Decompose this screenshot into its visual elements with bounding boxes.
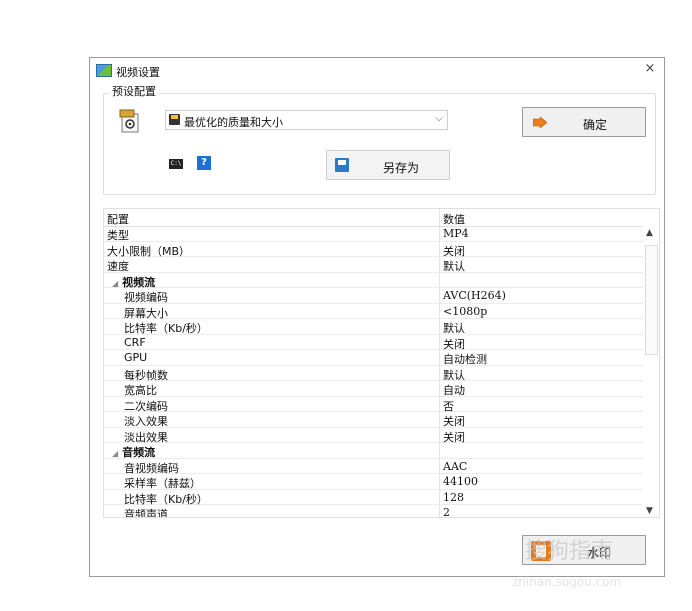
- scroll-down-icon[interactable]: ▼: [646, 506, 653, 516]
- close-button[interactable]: ×: [642, 61, 658, 77]
- save-as-button[interactable]: 另存为: [326, 150, 450, 180]
- save-icon: [335, 158, 349, 172]
- property-name-text: 比特率（Kb/秒）: [124, 322, 208, 335]
- property-grid-header: 配置 数值: [104, 209, 644, 227]
- preset-select-value: 最优化的质量和大小: [184, 116, 283, 129]
- property-name-text: GPU: [124, 351, 148, 364]
- property-row[interactable]: 大小限制（MB） 关闭: [104, 242, 644, 258]
- property-row[interactable]: 淡出效果 关闭: [104, 428, 644, 444]
- title-bar: 视频设置 ×: [90, 58, 664, 84]
- property-row[interactable]: CRF 关闭: [104, 335, 644, 351]
- property-name: GPU: [124, 351, 147, 364]
- save-as-label: 另存为: [383, 161, 420, 175]
- property-name-text: CRF: [124, 335, 146, 349]
- dialog-title: 视频设置: [116, 66, 160, 79]
- property-row[interactable]: 类型 MP4: [104, 226, 644, 242]
- property-value[interactable]: AVC(H264): [443, 289, 506, 302]
- site-watermark: 搜狗指南: [525, 539, 614, 564]
- property-value[interactable]: MP4: [443, 227, 469, 240]
- chevron-down-icon: ⌵: [435, 113, 443, 124]
- property-name-text: 淡出效果: [124, 430, 168, 444]
- column-header-value[interactable]: 数值: [443, 211, 465, 227]
- property-name-text: 二次编码: [124, 399, 168, 413]
- property-name-text: 视频编码: [124, 291, 168, 304]
- property-row[interactable]: 比特率（Kb/秒） 128: [104, 490, 644, 506]
- video-settings-dialog: 视频设置 × 预设配置 最优化的质量和大小 ⌵ 确定 C:\ ? 另存为 配置 …: [89, 57, 665, 577]
- help-icon[interactable]: ?: [197, 156, 211, 170]
- property-name-text: 宽高比: [124, 384, 157, 397]
- ok-button-label: 确定: [583, 118, 608, 132]
- property-name: CRF: [124, 336, 146, 349]
- property-name-text: 大小限制（MB）: [107, 244, 191, 258]
- property-value[interactable]: AAC: [443, 460, 467, 473]
- property-row[interactable]: 音频声道 2: [104, 505, 644, 518]
- property-name-text: 音视频编码: [124, 461, 179, 475]
- property-row[interactable]: GPU 自动检测: [104, 350, 644, 366]
- app-icon: [96, 64, 112, 77]
- property-row[interactable]: 采样率（赫兹） 44100: [104, 474, 644, 490]
- floppy-icon: [169, 114, 180, 125]
- property-grid: 配置 数值 类型 MP4 大小限制（MB） 关闭 速度 默认 ◢ 视频流视频编码 AVC(H26…: [103, 208, 660, 518]
- category-row[interactable]: ◢ 视频流: [104, 273, 644, 289]
- scroll-thumb[interactable]: [645, 245, 658, 355]
- property-name-text: 采样率（赫兹）: [124, 477, 201, 490]
- film-clipboard-icon: [119, 109, 139, 133]
- preset-select[interactable]: 最优化的质量和大小 ⌵: [165, 110, 448, 130]
- property-value[interactable]: 44100: [443, 475, 478, 488]
- property-row[interactable]: 比特率（Kb/秒） 默认: [104, 319, 644, 335]
- property-value[interactable]: 128: [443, 491, 464, 504]
- arrow-right-icon: [533, 117, 547, 128]
- property-name-text: 屏幕大小: [124, 306, 168, 320]
- property-rows: 类型 MP4 大小限制（MB） 关闭 速度 默认 ◢ 视频流视频编码 AVC(H264) 屏幕大小…: [104, 226, 644, 518]
- property-row[interactable]: 二次编码否: [104, 397, 644, 413]
- property-row[interactable]: 淡入效果 关闭: [104, 412, 644, 428]
- command-line-icon[interactable]: C:\: [169, 159, 183, 169]
- property-name-text: 视频流: [122, 275, 156, 289]
- vertical-scrollbar[interactable]: ▲ ▼: [643, 226, 659, 517]
- property-value[interactable]: <1080p: [443, 305, 487, 318]
- collapse-triangle-icon[interactable]: ◢: [112, 449, 118, 458]
- property-name-text: 音频声道: [124, 508, 168, 518]
- column-header-setting[interactable]: 配置: [107, 211, 129, 227]
- property-row[interactable]: 音视频编码 AAC: [104, 459, 644, 475]
- property-row[interactable]: 宽高比 自动: [104, 381, 644, 397]
- property-name-text: 比特率（Kb/秒）: [124, 492, 208, 506]
- property-name-text: 每秒帧数: [124, 368, 168, 382]
- scroll-up-icon[interactable]: ▲: [646, 228, 653, 238]
- property-row[interactable]: 每秒帧数 默认: [104, 366, 644, 382]
- property-row[interactable]: 屏幕大小 <1080p: [104, 304, 644, 320]
- preset-group-label: 预设配置: [109, 83, 159, 99]
- ok-button[interactable]: 确定: [522, 107, 646, 137]
- property-row[interactable]: 视频编码 AVC(H264): [104, 288, 644, 304]
- property-value[interactable]: 2: [443, 506, 450, 517]
- property-row[interactable]: 速度 默认: [104, 257, 644, 273]
- property-name: 音频声道: [124, 506, 168, 518]
- site-watermark-url: zhinan.sogou.com: [512, 575, 622, 589]
- property-name-text: 速度: [107, 260, 129, 273]
- property-name-text: 音频流: [122, 446, 156, 459]
- category-row[interactable]: ◢ 音频流: [104, 443, 644, 459]
- property-name-text: 类型: [107, 229, 129, 242]
- collapse-triangle-icon[interactable]: ◢: [112, 279, 118, 288]
- property-name-text: 淡入效果: [124, 415, 168, 428]
